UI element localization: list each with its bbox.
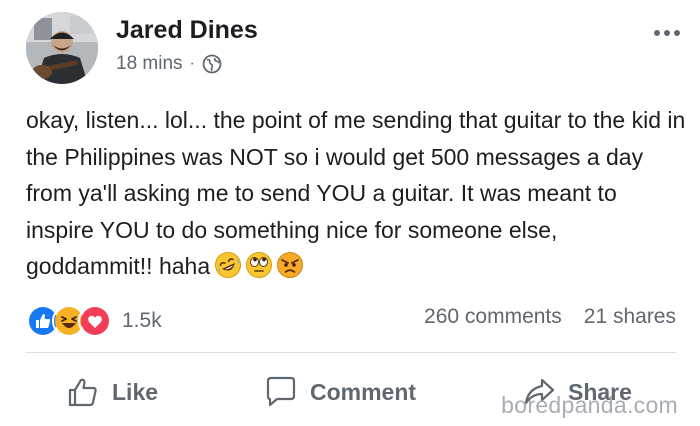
post-meta: 18 mins ·: [116, 53, 222, 75]
emoji-group: [214, 251, 304, 279]
post-body: okay, listen... lol... the point of me s…: [26, 107, 686, 279]
author-name[interactable]: Jared Dines: [116, 16, 258, 45]
thumbs-up-icon: [66, 375, 100, 409]
shares-count-link[interactable]: 21 shares: [584, 305, 676, 329]
watermark: boredpanda.com: [501, 392, 678, 418]
engagement-stats: 260 comments 21 shares: [424, 305, 676, 329]
post-timestamp[interactable]: 18 mins: [116, 53, 183, 75]
meta-separator: ·: [189, 55, 195, 72]
eye-roll-emoji: [245, 251, 273, 279]
more-options-icon[interactable]: [654, 30, 680, 36]
post-text: okay, listen... lol... the point of me s…: [26, 102, 686, 285]
divider: [26, 352, 676, 353]
comments-count-link[interactable]: 260 comments: [424, 305, 562, 329]
angry-face-emoji: [276, 251, 304, 279]
comment-button[interactable]: Comment: [264, 370, 416, 414]
reaction-count: 1.5k: [122, 309, 162, 332]
rolling-on-floor-laughing-emoji: [214, 251, 242, 279]
speech-bubble-icon: [264, 375, 298, 409]
facebook-post: Jared Dines 18 mins · okay, listen... lo…: [0, 0, 700, 426]
like-label: Like: [112, 378, 159, 405]
reactions-summary[interactable]: 1.5k: [26, 304, 162, 338]
comment-label: Comment: [310, 378, 417, 405]
love-reaction-icon: [78, 304, 112, 338]
author-avatar[interactable]: [26, 12, 98, 84]
globe-icon[interactable]: [202, 54, 222, 74]
like-button[interactable]: Like: [66, 370, 158, 414]
